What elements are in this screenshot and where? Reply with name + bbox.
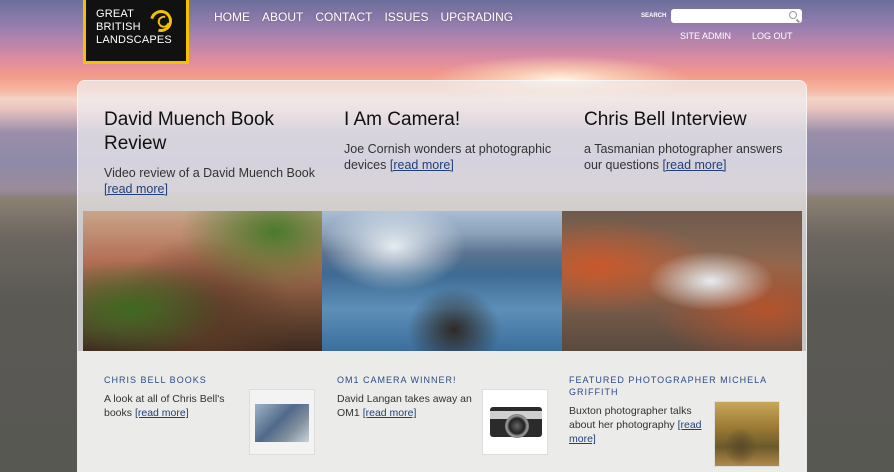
autumn-tree-thumbnail[interactable] bbox=[714, 401, 780, 467]
site-admin-link[interactable]: SITE ADMIN bbox=[680, 31, 731, 41]
nav-home[interactable]: HOME bbox=[214, 10, 250, 24]
card-om1-winner: OM1 CAMERA WINNER! David Langan takes aw… bbox=[337, 374, 473, 420]
nav-issues[interactable]: ISSUES bbox=[384, 10, 428, 24]
feature-text: a Tasmanian photographer answers our que… bbox=[584, 142, 783, 172]
photo-canyon-tree[interactable] bbox=[83, 211, 322, 351]
feature-title[interactable]: I Am Camera! bbox=[344, 108, 559, 132]
feature-chris-bell-interview: Chris Bell Interview a Tasmanian photogr… bbox=[584, 108, 784, 173]
feature-i-am-camera: I Am Camera! Joe Cornish wonders at phot… bbox=[344, 108, 559, 173]
card-text: A look at all of Chris Bell's books [rea… bbox=[104, 393, 225, 419]
feature-david-muench: David Muench Book Review Video review of… bbox=[104, 108, 319, 197]
card-title[interactable]: CHRIS BELL BOOKS bbox=[104, 374, 234, 386]
admin-links: SITE ADMIN LOG OUT bbox=[680, 31, 793, 41]
read-more-link[interactable]: [read more] bbox=[135, 407, 189, 419]
card-title[interactable]: FEATURED PHOTOGRAPHER MICHELA GRIFFITH bbox=[569, 374, 779, 398]
read-more-link[interactable]: [read more] bbox=[104, 182, 168, 196]
feature-text: Joe Cornish wonders at photographic devi… bbox=[344, 142, 552, 172]
book-thumbnail[interactable] bbox=[249, 389, 315, 455]
read-more-link[interactable]: [read more] bbox=[663, 158, 727, 172]
nav-upgrading[interactable]: UPGRADING bbox=[440, 10, 513, 24]
photo-waterfall-rocks[interactable] bbox=[562, 211, 802, 351]
logo-line-landscapes: LANDSCAPES bbox=[96, 34, 172, 46]
photo-loch-castle[interactable] bbox=[322, 211, 562, 351]
site-logo[interactable]: GREAT BRITISH LANDSCAPES bbox=[83, 0, 189, 64]
search-input[interactable] bbox=[671, 9, 802, 23]
main-nav: HOME ABOUT CONTACT ISSUES UPGRADING bbox=[214, 10, 513, 24]
feature-photo-strip bbox=[83, 211, 802, 351]
feature-title[interactable]: Chris Bell Interview bbox=[584, 108, 784, 132]
camera-thumbnail[interactable] bbox=[482, 389, 548, 455]
feature-text: Video review of a David Muench Book [rea… bbox=[104, 166, 315, 196]
search-label: SEARCH bbox=[641, 13, 667, 19]
nav-about[interactable]: ABOUT bbox=[262, 10, 303, 24]
card-text: Buxton photographer talks about her phot… bbox=[569, 405, 702, 445]
read-more-link[interactable]: [read more] bbox=[363, 407, 417, 419]
read-more-link[interactable]: [read more] bbox=[390, 158, 454, 172]
card-chris-bell-books: CHRIS BELL BOOKS A look at all of Chris … bbox=[104, 374, 234, 420]
card-title[interactable]: OM1 CAMERA WINNER! bbox=[337, 374, 473, 386]
nav-contact[interactable]: CONTACT bbox=[315, 10, 372, 24]
search-icon[interactable] bbox=[789, 11, 797, 19]
feature-title[interactable]: David Muench Book Review bbox=[104, 108, 319, 156]
log-out-link[interactable]: LOG OUT bbox=[752, 31, 793, 41]
card-text: David Langan takes away an OM1 [read mor… bbox=[337, 393, 472, 419]
